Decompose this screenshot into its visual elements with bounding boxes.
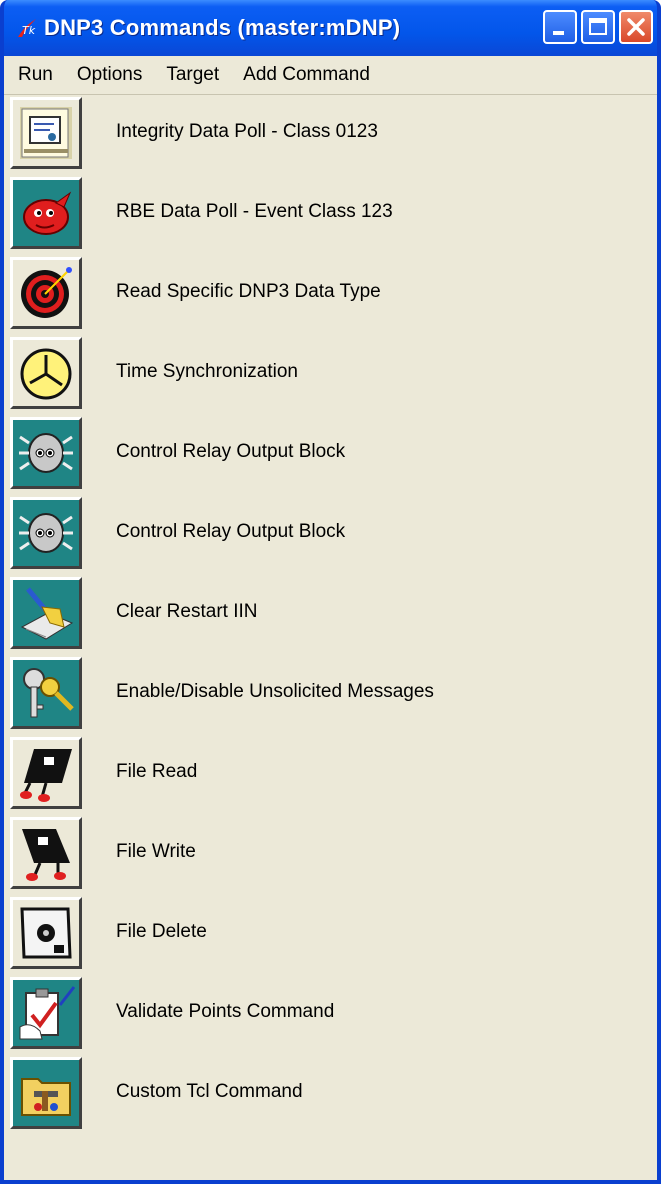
minimize-icon xyxy=(553,31,564,35)
command-row: Control Relay Output Block xyxy=(4,415,657,495)
time-sync-button[interactable] xyxy=(10,337,82,409)
rbe-poll-button[interactable] xyxy=(10,177,82,249)
menu-bar: Run Options Target Add Command xyxy=(4,56,657,95)
command-row: Read Specific DNP3 Data Type xyxy=(4,255,657,335)
command-list: Integrity Data Poll - Class 0123 RBE Dat… xyxy=(4,95,657,1180)
command-label: Control Relay Output Block xyxy=(116,521,346,542)
command-row: Custom Tcl Command xyxy=(4,1055,657,1135)
target-icon xyxy=(21,267,72,318)
command-row: Clear Restart IIN xyxy=(4,575,657,655)
command-label: Read Specific DNP3 Data Type xyxy=(116,281,381,302)
command-label: Enable/Disable Unsolicited Messages xyxy=(116,681,434,702)
custom-tcl-button[interactable] xyxy=(10,1057,82,1129)
validate-points-button[interactable] xyxy=(10,977,82,1049)
dnp3-commands-window: Tk DNP3 Commands (master:mDNP) Run Optio… xyxy=(0,0,661,1184)
command-row: Enable/Disable Unsolicited Messages xyxy=(4,655,657,735)
integrity-poll-button[interactable] xyxy=(10,97,82,169)
command-label: File Write xyxy=(116,841,196,862)
crob-button-2[interactable] xyxy=(10,497,82,569)
file-delete-button[interactable] xyxy=(10,897,82,969)
broom-icon xyxy=(20,587,74,640)
minimize-button[interactable] xyxy=(543,10,577,44)
command-row: File Read xyxy=(4,735,657,815)
certificate-icon xyxy=(20,107,72,159)
maximize-icon xyxy=(589,18,607,35)
menu-add-command[interactable]: Add Command xyxy=(231,64,382,86)
command-label: File Read xyxy=(116,761,198,782)
command-row: Validate Points Command xyxy=(4,975,657,1055)
menu-options[interactable]: Options xyxy=(65,64,154,86)
toolbox-folder-icon xyxy=(21,1078,71,1116)
command-label: RBE Data Poll - Event Class 123 xyxy=(116,201,393,222)
unsolicited-button[interactable] xyxy=(10,657,82,729)
bug-icon xyxy=(19,433,73,473)
running-disk-icon xyxy=(20,749,72,802)
running-disk-icon xyxy=(22,829,70,881)
clear-restart-button[interactable] xyxy=(10,577,82,649)
crob-button-1[interactable] xyxy=(10,417,82,489)
command-label: File Delete xyxy=(116,921,207,942)
red-bird-icon xyxy=(23,191,72,235)
command-label: Control Relay Output Block xyxy=(116,441,346,462)
close-button[interactable] xyxy=(619,10,653,44)
clock-icon xyxy=(20,348,72,400)
clipboard-check-icon xyxy=(19,986,76,1040)
menu-run[interactable]: Run xyxy=(4,64,65,86)
command-row: Control Relay Output Block xyxy=(4,495,657,575)
command-label: Custom Tcl Command xyxy=(116,1081,303,1102)
maximize-button[interactable] xyxy=(581,10,615,44)
command-row: Time Synchronization xyxy=(4,335,657,415)
menu-target[interactable]: Target xyxy=(154,64,231,86)
floppy-disk-icon xyxy=(20,907,72,959)
command-label: Time Synchronization xyxy=(116,361,298,382)
command-row: File Delete xyxy=(4,895,657,975)
command-label: Validate Points Command xyxy=(116,1001,335,1022)
keys-icon xyxy=(23,668,74,718)
bug-icon xyxy=(19,513,73,553)
file-write-button[interactable] xyxy=(10,817,82,889)
title-bar[interactable]: Tk DNP3 Commands (master:mDNP) xyxy=(4,0,657,56)
command-row: RBE Data Poll - Event Class 123 xyxy=(4,175,657,255)
command-row: Integrity Data Poll - Class 0123 xyxy=(4,95,657,175)
svg-text:Tk: Tk xyxy=(22,24,36,37)
read-specific-button[interactable] xyxy=(10,257,82,329)
tk-feather-icon: Tk xyxy=(16,17,38,39)
window-title: DNP3 Commands (master:mDNP) xyxy=(44,15,401,40)
command-label: Integrity Data Poll - Class 0123 xyxy=(116,121,378,142)
command-label: Clear Restart IIN xyxy=(116,601,258,622)
file-read-button[interactable] xyxy=(10,737,82,809)
close-icon xyxy=(627,18,645,36)
command-row: File Write xyxy=(4,815,657,895)
